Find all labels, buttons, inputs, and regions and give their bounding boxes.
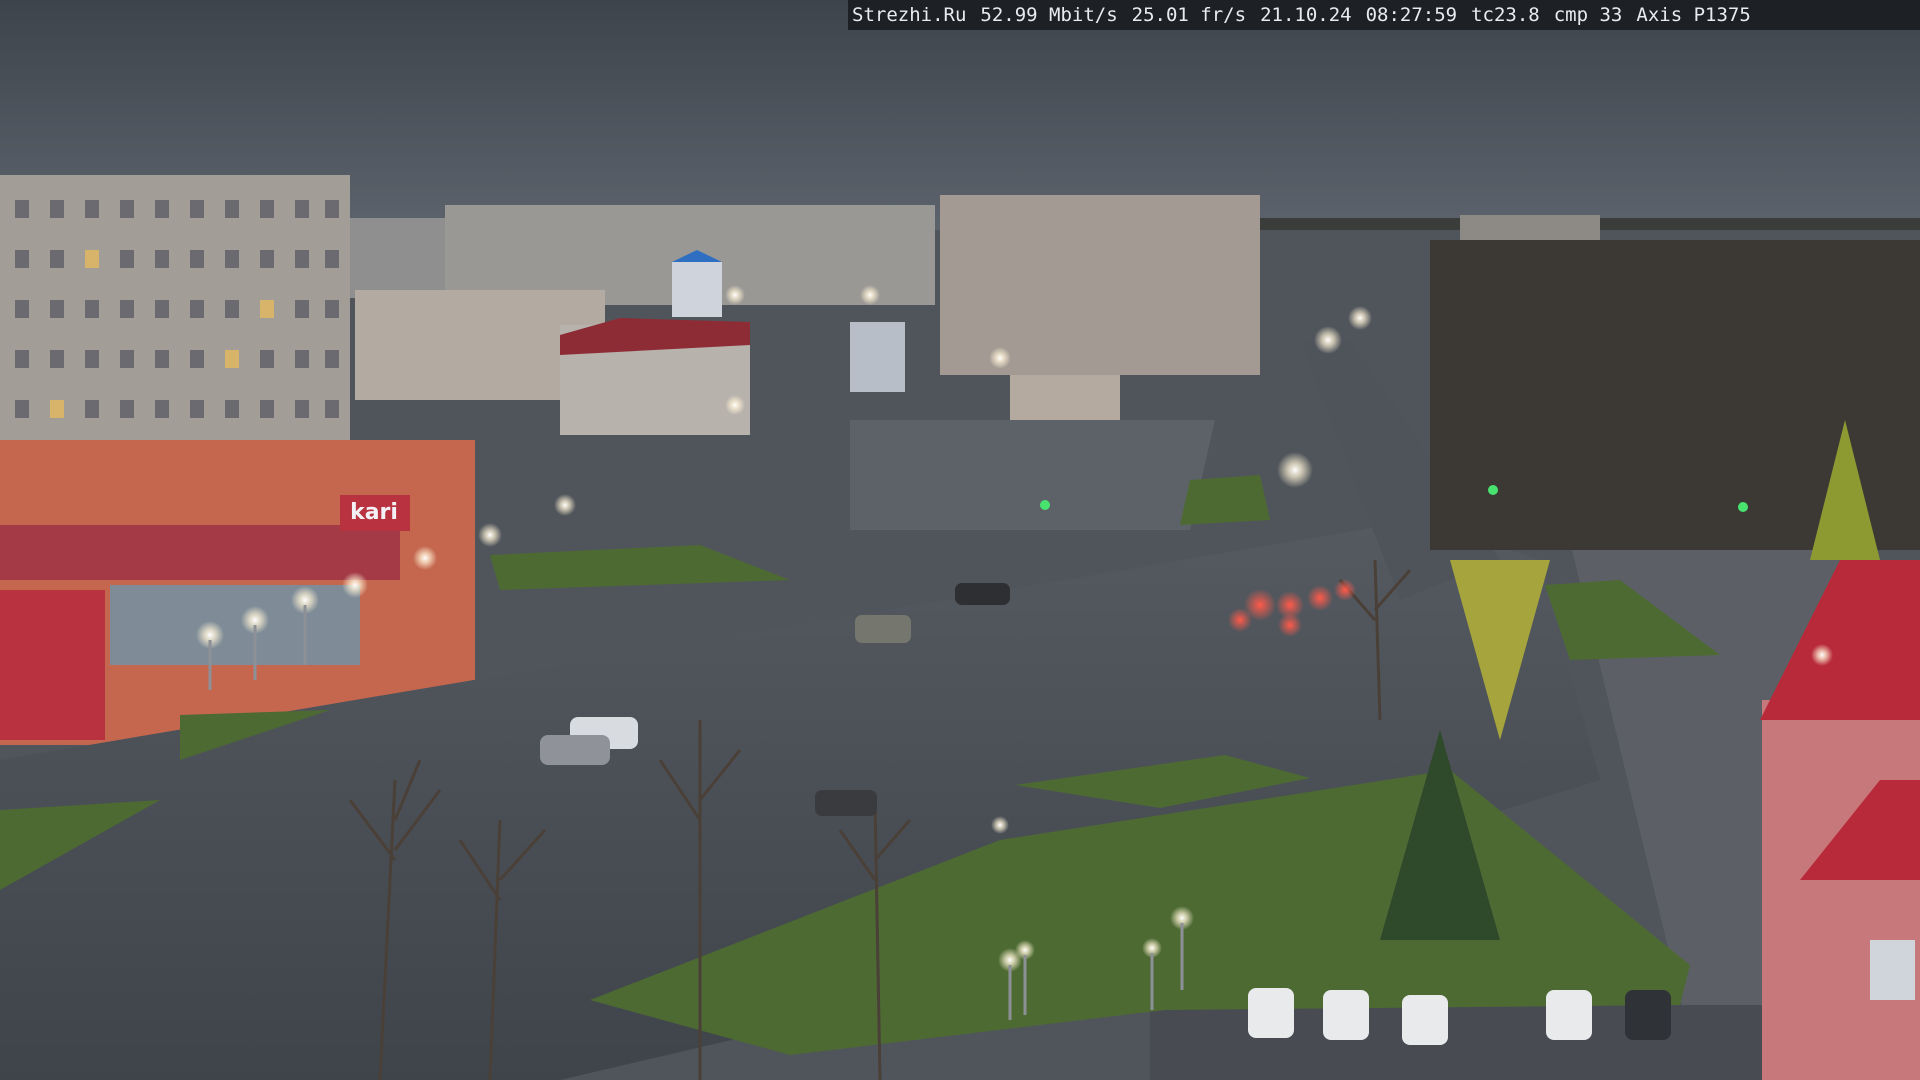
camera-overlay-bar: Strezhi.Ru 52.99 Mbit/s 25.01 fr/s 21.10.24… bbox=[848, 0, 1920, 30]
overlay-date: 21.10.24 bbox=[1260, 4, 1352, 26]
overlay-bitrate: 52.99 Mbit/s bbox=[980, 4, 1118, 26]
overlay-time: 08:27:59 bbox=[1365, 4, 1458, 26]
overlay-site: Strezhi.Ru bbox=[852, 4, 967, 26]
webcam-scene bbox=[0, 0, 1920, 1080]
overlay-model: Axis P1375 bbox=[1636, 4, 1751, 26]
storefront-brand-sign: kari bbox=[350, 500, 398, 525]
overlay-tc: tc23.8 bbox=[1471, 4, 1540, 26]
overlay-framerate: 25.01 fr/s bbox=[1131, 4, 1247, 26]
overlay-cmp: cmp 33 bbox=[1553, 4, 1623, 26]
